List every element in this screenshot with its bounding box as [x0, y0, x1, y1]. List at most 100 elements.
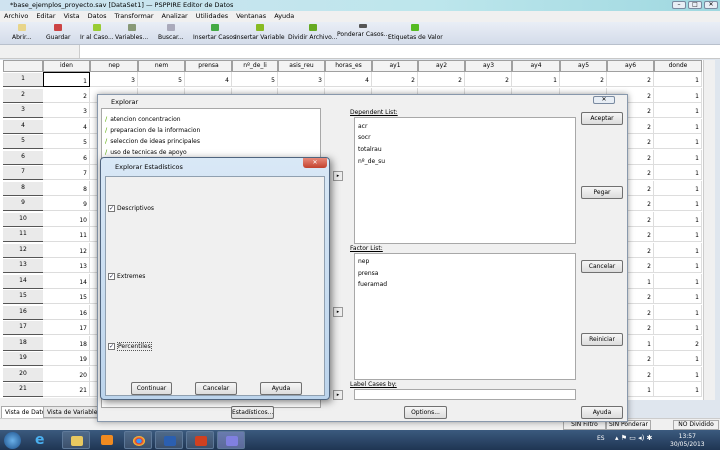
- language-indicator[interactable]: ES: [597, 435, 605, 442]
- cell-reference[interactable]: [0, 45, 80, 58]
- variables-button[interactable]: Variables...: [115, 24, 148, 41]
- table-cell[interactable]: 2: [654, 335, 702, 351]
- menu-analizar[interactable]: Analizar: [158, 11, 192, 20]
- insert-cases-button[interactable]: Insertar Casos: [193, 24, 236, 41]
- variable-item[interactable]: / seleccion de ideas principales: [105, 138, 200, 145]
- column-header[interactable]: prensa: [185, 60, 232, 72]
- table-cell[interactable]: 1: [654, 72, 702, 87]
- column-header[interactable]: iden: [43, 60, 90, 72]
- explorer-task[interactable]: [62, 431, 90, 449]
- move-to-factor-button[interactable]: ▸: [333, 307, 343, 317]
- column-header[interactable]: nep: [90, 60, 138, 72]
- table-cell[interactable]: 1: [654, 273, 702, 289]
- goto-case-button[interactable]: Ir al Caso...: [80, 24, 114, 41]
- tray-icons[interactable]: ▴ ⚑ ▭ ◂) ✱: [615, 434, 652, 442]
- variable-item[interactable]: / uso de tecnicas de apoyo: [105, 149, 187, 156]
- split-file-button[interactable]: Dividir Archivo...: [288, 24, 337, 41]
- dependent-list[interactable]: acr socr totalrau nº_de_su: [354, 117, 576, 244]
- powerpoint-task[interactable]: [186, 431, 214, 449]
- column-header[interactable]: ay2: [418, 60, 465, 72]
- stats-help-button[interactable]: Ayuda: [260, 382, 302, 395]
- table-cell[interactable]: 1: [654, 320, 702, 335]
- table-cell[interactable]: 2: [43, 87, 90, 103]
- row-header[interactable]: 18: [3, 336, 43, 351]
- table-cell[interactable]: 5: [43, 134, 90, 149]
- column-header[interactable]: nº_de_li: [232, 60, 278, 72]
- table-cell[interactable]: 1: [654, 289, 702, 304]
- corner-header[interactable]: [3, 60, 43, 72]
- column-header[interactable]: ay6: [607, 60, 654, 72]
- internet-explorer-icon[interactable]: e: [35, 433, 45, 447]
- move-to-label-button[interactable]: ▸: [333, 390, 343, 400]
- row-header[interactable]: 16: [3, 305, 43, 320]
- table-cell[interactable]: 16: [43, 304, 90, 320]
- clock[interactable]: 13:57 30/05/2013: [670, 433, 705, 449]
- save-button[interactable]: Guardar: [46, 24, 70, 41]
- table-cell[interactable]: 5: [138, 72, 185, 87]
- row-header[interactable]: 9: [3, 197, 43, 211]
- options-button[interactable]: Options...: [404, 406, 447, 419]
- table-cell[interactable]: 14: [43, 273, 90, 289]
- list-item[interactable]: nep: [358, 258, 369, 265]
- list-item[interactable]: prensa: [358, 270, 378, 277]
- psppire-task[interactable]: [217, 431, 245, 449]
- percentiles-checkbox[interactable]: ✓ Percentiles: [108, 342, 152, 351]
- table-cell[interactable]: 21: [43, 382, 90, 397]
- row-header[interactable]: 21: [3, 383, 43, 397]
- column-header[interactable]: ay3: [465, 60, 512, 72]
- table-cell[interactable]: 1: [654, 211, 702, 227]
- table-cell[interactable]: 1: [654, 242, 702, 258]
- row-header[interactable]: 7: [3, 166, 43, 180]
- paste-button[interactable]: Pegar: [581, 186, 623, 199]
- value-labels-button[interactable]: Etiquetas de Valor: [388, 24, 443, 41]
- insert-variable-button[interactable]: Insertar Variable: [235, 24, 285, 41]
- open-button[interactable]: Abrir...: [12, 24, 32, 41]
- list-item[interactable]: acr: [358, 123, 367, 130]
- dialog-close-button[interactable]: ✕: [593, 96, 615, 104]
- variable-item[interactable]: / preparacion de la informacion: [105, 127, 200, 134]
- extremes-checkbox[interactable]: ✓ Extremes: [108, 273, 145, 280]
- row-header[interactable]: 11: [3, 228, 43, 242]
- table-cell[interactable]: 1: [43, 72, 90, 87]
- table-cell[interactable]: 17: [43, 320, 90, 335]
- stats-cancel-button[interactable]: Cancelar: [195, 382, 237, 395]
- column-header[interactable]: ay1: [372, 60, 418, 72]
- table-cell[interactable]: 6: [43, 149, 90, 165]
- table-cell[interactable]: 1: [512, 72, 560, 87]
- menu-datos[interactable]: Datos: [84, 11, 111, 20]
- column-header[interactable]: asis_reu: [278, 60, 325, 72]
- move-to-dependent-button[interactable]: ▸: [333, 171, 343, 181]
- minimize-button[interactable]: –: [672, 1, 686, 9]
- table-cell[interactable]: 3: [43, 103, 90, 118]
- close-button[interactable]: ✕: [704, 1, 718, 9]
- table-cell[interactable]: 7: [43, 165, 90, 180]
- chrome-task[interactable]: [124, 431, 152, 449]
- table-cell[interactable]: 1: [654, 382, 702, 397]
- row-header[interactable]: 20: [3, 367, 43, 382]
- table-cell[interactable]: 5: [232, 72, 278, 87]
- search-button[interactable]: Buscar...: [158, 24, 184, 41]
- row-header[interactable]: 15: [3, 290, 43, 304]
- list-item[interactable]: fueramad: [358, 281, 387, 288]
- table-cell[interactable]: 20: [43, 366, 90, 382]
- row-header[interactable]: 5: [3, 135, 43, 149]
- column-header[interactable]: nem: [138, 60, 185, 72]
- weight-cases-button[interactable]: Ponderar Casos...: [337, 24, 389, 38]
- table-cell[interactable]: 1: [654, 118, 702, 134]
- table-cell[interactable]: 3: [278, 72, 325, 87]
- menu-transformar[interactable]: Transformar: [111, 11, 158, 20]
- cancel-button[interactable]: Cancelar: [581, 260, 623, 273]
- statistics-button[interactable]: Estadísticos...: [231, 406, 274, 419]
- row-header[interactable]: 19: [3, 352, 43, 366]
- menu-ayuda[interactable]: Ayuda: [270, 11, 298, 20]
- media-player-task[interactable]: [93, 431, 121, 449]
- row-header[interactable]: 8: [3, 181, 43, 196]
- table-cell[interactable]: 10: [43, 211, 90, 227]
- table-cell[interactable]: 19: [43, 351, 90, 366]
- menu-archivo[interactable]: Archivo: [0, 11, 32, 20]
- menu-editar[interactable]: Editar: [32, 11, 59, 20]
- label-cases-input[interactable]: [354, 389, 576, 400]
- table-cell[interactable]: 2: [372, 72, 418, 87]
- descriptives-checkbox[interactable]: ✓ Descriptivos: [108, 205, 154, 212]
- table-cell[interactable]: 1: [654, 304, 702, 320]
